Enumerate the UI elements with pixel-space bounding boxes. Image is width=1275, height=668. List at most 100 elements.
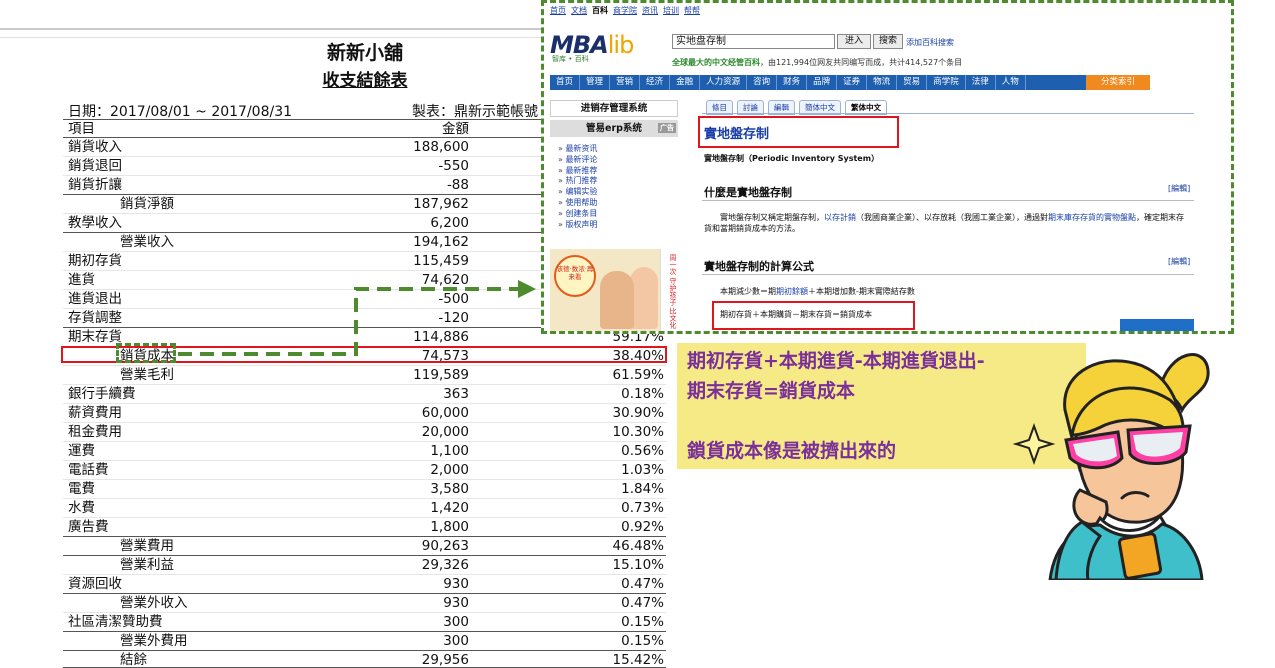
row-amount: 1,100 — [430, 443, 469, 459]
row-label: 銷貨收入 — [68, 139, 122, 155]
topnav-item[interactable]: 资讯 — [642, 6, 658, 15]
row-percent: 0.73% — [621, 500, 664, 516]
row-amount: 20,000 — [421, 424, 469, 440]
side-ad-inventory[interactable]: 进销存管理系统 — [550, 100, 678, 117]
side-link[interactable]: 最新资讯 — [558, 144, 597, 155]
row-amount: 930 — [443, 576, 469, 592]
row-amount: 90,263 — [421, 538, 469, 554]
side-link[interactable]: 使用帮助 — [558, 198, 597, 209]
topnav-item[interactable]: 百科 — [592, 6, 608, 15]
side-link[interactable]: 最新推荐 — [558, 166, 597, 177]
table-row: 廣告費 1,800 0.92% — [63, 518, 666, 537]
menu-item[interactable]: 经济 — [640, 75, 671, 90]
row-amount: -88 — [446, 177, 469, 193]
enter-button[interactable]: 进入 — [837, 34, 871, 49]
menu-item[interactable]: 咨询 — [747, 75, 778, 90]
menu-item[interactable]: 财务 — [777, 75, 808, 90]
side-link[interactable]: 版权声明 — [558, 220, 597, 231]
row-percent: 0.15% — [621, 633, 664, 649]
side-banner-ad[interactable]: 该德·数浓·再来看 周一次 守护孩子 比文化 — [550, 249, 678, 331]
report-maker: 製表：鼎新示範帳號 — [412, 104, 538, 120]
row-amount: 300 — [443, 614, 469, 630]
row-amount: 29,326 — [421, 557, 469, 573]
row-label: 期末存貨 — [68, 329, 122, 345]
table-row: 營業外收入 930 0.47% — [63, 594, 666, 613]
row-percent: 0.18% — [621, 386, 664, 402]
row-label: 租金費用 — [68, 424, 122, 440]
side-ad-erp[interactable]: 管易erp系统 广告 — [550, 120, 678, 137]
topnav-item[interactable]: 帮帮 — [684, 6, 700, 15]
row-percent: 0.47% — [621, 595, 664, 611]
menu-item[interactable]: 法律 — [966, 75, 996, 90]
menu-item[interactable]: 证券 — [837, 75, 868, 90]
menu-item[interactable]: 金融 — [670, 75, 701, 90]
menu-category-index[interactable]: 分类索引 — [1086, 75, 1150, 90]
menu-item[interactable]: 人物 — [996, 75, 1026, 90]
row-amount: 29,956 — [421, 652, 469, 668]
para-link-1[interactable]: 以存計銷 — [824, 213, 856, 222]
row-amount: 2,000 — [430, 462, 469, 478]
mbalib-screenshot: 首页 文档 百科 商学院 资讯 培训 帮帮 MBAlib 智库 • 百科 实地盘存制 进入 … — [541, 0, 1234, 334]
topnav-item[interactable]: 文档 — [571, 6, 587, 15]
formula1-text-a: 本期減少數＝期 — [720, 287, 776, 296]
report-date-range: 日期：2017/08/01 ~ 2017/08/31 — [68, 104, 293, 120]
row-amount: 6,200 — [430, 215, 469, 231]
site-slogan: 全球最大的中文经管百科，由121,994位网友共同编写而成，共计414,527个… — [672, 57, 962, 68]
topnav-item[interactable]: 首页 — [550, 6, 566, 15]
formula1-link[interactable]: 期初餘額 — [776, 287, 808, 296]
table-row: 營業外費用 300 0.15% — [63, 632, 666, 651]
menu-item[interactable]: 物流 — [867, 75, 898, 90]
report-title: 收支結餘表 — [260, 66, 470, 91]
edit-link-2[interactable]: [編輯] — [1168, 256, 1190, 267]
menu-item[interactable]: 品牌 — [807, 75, 838, 90]
table-row: 電費 3,580 1.84% — [63, 480, 666, 499]
topnav-item[interactable]: 培训 — [663, 6, 679, 15]
cogs-label-dashed-box — [116, 343, 176, 363]
row-amount: 1,420 — [430, 500, 469, 516]
para-text-b: （我國商業企業）、以存放耗（我國工業企業），通過對 — [856, 213, 1048, 222]
para-link-2[interactable]: 期末庫存存貨的實物盤點 — [1048, 213, 1136, 222]
ad-figure-child — [600, 271, 634, 329]
row-label: 營業收入 — [120, 234, 174, 250]
side-link[interactable]: 最新评论 — [558, 155, 597, 166]
row-percent: 30.90% — [612, 405, 664, 421]
row-percent: 46.48% — [612, 538, 664, 554]
row-amount: 115,459 — [413, 253, 469, 269]
slogan-prefix: 全球最大的中文经管百科 — [672, 58, 760, 67]
search-input[interactable]: 实地盘存制 — [672, 34, 835, 49]
row-amount: 1,800 — [430, 519, 469, 535]
menu-item[interactable]: 管理 — [580, 75, 611, 90]
row-amount: 114,886 — [413, 329, 469, 345]
table-row: 銀行手續費 363 0.18% — [63, 385, 666, 404]
header-item: 項目 — [68, 121, 95, 137]
side-link[interactable]: 热门推荐 — [558, 176, 597, 187]
add-search-link[interactable]: 添加百科搜索 — [906, 37, 954, 48]
row-label: 資源回收 — [68, 576, 122, 592]
side-link[interactable]: 创建条目 — [558, 209, 597, 220]
menu-item[interactable]: 商学院 — [927, 75, 966, 90]
main-menu: 首页 管理 营销 经济 金融 人力资源 咨询 财务 品牌 证券 物流 贸易 商学院 法律 人物 — [550, 75, 1150, 90]
header-amount: 金額 — [442, 121, 469, 137]
formula-decrease: 本期減少數＝期期初餘額＋本期增加數-期末實際結存數 — [720, 286, 915, 297]
row-amount: 119,589 — [413, 367, 469, 383]
section-formula: 實地盤存制的計算公式 — [704, 260, 814, 273]
search-button[interactable]: 搜索 — [873, 34, 903, 49]
menu-item[interactable]: 贸易 — [897, 75, 928, 90]
topnav-item[interactable]: 商学院 — [613, 6, 637, 15]
row-label: 銀行手續費 — [68, 386, 136, 402]
menu-item[interactable]: 人力资源 — [700, 75, 748, 90]
edit-link-1[interactable]: [編輯] — [1168, 183, 1190, 194]
row-amount: 188,600 — [413, 139, 469, 155]
row-amount: 300 — [443, 633, 469, 649]
ad-tag: 广告 — [658, 123, 676, 133]
article-english-name: 實地盤存制（Periodic Inventory System） — [704, 154, 880, 163]
row-amount: 3,580 — [430, 481, 469, 497]
row-percent: 61.59% — [612, 367, 664, 383]
table-row: 電話費 2,000 1.03% — [63, 461, 666, 480]
logo-accent: lib — [607, 31, 635, 59]
row-amount: -550 — [438, 158, 469, 174]
menu-item[interactable]: 首页 — [550, 75, 581, 90]
slogan-rest: ，由121,994位网友共同编写而成，共计414,527个条目 — [760, 58, 963, 67]
side-link[interactable]: 编辑实验 — [558, 187, 597, 198]
menu-item[interactable]: 营销 — [610, 75, 641, 90]
